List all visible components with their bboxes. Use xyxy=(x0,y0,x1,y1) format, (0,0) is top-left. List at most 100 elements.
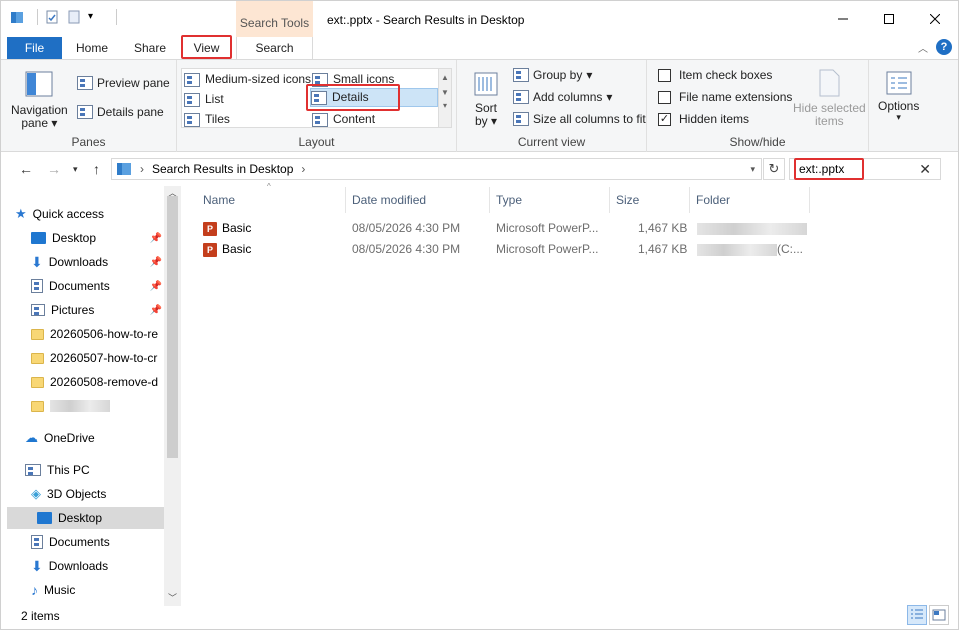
nav-label: 3D Objects xyxy=(47,487,107,501)
layout-content[interactable]: Content xyxy=(312,110,375,129)
hide-selected-items-button[interactable]: Hide selected items xyxy=(793,68,866,128)
nav-item-pc-desktop[interactable]: Desktop xyxy=(7,507,164,529)
layout-list[interactable]: List xyxy=(184,90,224,109)
size-columns-button[interactable]: Size all columns to fit xyxy=(513,112,646,126)
item-check-boxes-toggle[interactable]: Item check boxes xyxy=(658,68,772,82)
nav-item-downloads[interactable]: ⬇ Downloads 📌 xyxy=(31,251,164,273)
customize-toolbar-icon[interactable]: ▾ xyxy=(88,9,104,25)
clear-search-icon[interactable]: ✕ xyxy=(919,159,931,179)
add-columns-button[interactable]: Add columns ▾ xyxy=(513,90,612,104)
nav-this-pc[interactable]: This PC xyxy=(25,459,164,481)
toolbar-divider xyxy=(37,9,38,25)
hide-selected-label-2: items xyxy=(815,114,844,128)
address-bar[interactable]: › Search Results in Desktop › ▾ xyxy=(111,158,762,180)
preview-pane-button[interactable]: Preview pane xyxy=(77,76,170,90)
tab-search[interactable]: Search xyxy=(236,37,313,59)
scroll-thumb[interactable] xyxy=(167,196,178,458)
details-pane-button[interactable]: Details pane xyxy=(77,105,164,119)
file-extensions-checkbox[interactable] xyxy=(658,90,671,104)
size-cell: 1,467 KB xyxy=(638,221,688,235)
file-name-extensions-toggle[interactable]: File name extensions xyxy=(658,90,792,104)
medium-icons-label: Medium-sized icons xyxy=(205,72,312,86)
options-label: Options xyxy=(878,99,920,113)
details-view-toggle[interactable] xyxy=(907,605,927,625)
nav-item-desktop[interactable]: Desktop 📌 xyxy=(31,227,164,249)
tab-share[interactable]: Share xyxy=(127,37,173,59)
back-arrow-icon[interactable]: ← xyxy=(19,161,33,177)
column-header-type[interactable]: Type xyxy=(490,187,610,213)
nav-item-folder-blurred[interactable] xyxy=(31,395,164,417)
up-arrow-icon[interactable]: ↑ xyxy=(93,161,100,177)
item-check-boxes-label: Item check boxes xyxy=(679,68,773,82)
nav-item-folder[interactable]: 20260508-remove-d xyxy=(31,371,164,393)
column-header-date[interactable]: Date modified xyxy=(346,187,490,213)
table-row[interactable]: P Basic 08/05/2026 4:30 PM Microsoft Powe… xyxy=(197,218,807,239)
breadcrumb-chevron-icon[interactable]: › xyxy=(140,162,144,176)
tab-file[interactable]: File xyxy=(7,37,62,59)
nav-item-pc-downloads[interactable]: ⬇ Downloads xyxy=(31,555,164,577)
hidden-items-toggle[interactable]: ✓ Hidden items xyxy=(658,112,749,126)
details-highlight-box xyxy=(306,84,400,111)
nav-onedrive[interactable]: ☁ OneDrive xyxy=(25,427,164,449)
group-by-button[interactable]: Group by ▾ xyxy=(513,68,592,82)
download-arrow-icon: ⬇ xyxy=(31,557,43,574)
folder-icon xyxy=(31,328,44,340)
pin-icon[interactable]: 📌 xyxy=(150,281,162,292)
nav-quick-access[interactable]: ★ Quick access xyxy=(15,203,172,225)
breadcrumb-location[interactable]: Search Results in Desktop xyxy=(152,162,293,176)
explorer-icon[interactable] xyxy=(9,9,25,25)
column-header-folder[interactable]: Folder xyxy=(690,187,810,213)
help-icon[interactable]: ? xyxy=(936,39,952,55)
item-check-boxes-checkbox[interactable] xyxy=(658,68,671,82)
nav-item-pc-documents[interactable]: Documents xyxy=(31,531,164,553)
properties-icon[interactable] xyxy=(44,9,60,25)
gallery-up-icon[interactable]: ▲ xyxy=(439,73,451,82)
nav-scrollbar[interactable]: ︿ ﹀ xyxy=(164,186,181,606)
navigation-pane-button[interactable]: Navigation pane ▾ xyxy=(11,70,68,130)
nav-item-folder[interactable]: 20260507-how-to-cr xyxy=(31,347,164,369)
hidden-items-checkbox[interactable]: ✓ xyxy=(658,112,671,126)
add-columns-icon xyxy=(513,90,529,104)
scroll-down-icon[interactable]: ﹀ xyxy=(164,591,181,604)
nav-label: Quick access xyxy=(32,207,105,221)
nav-item-pictures[interactable]: Pictures 📌 xyxy=(31,299,164,321)
options-button[interactable]: Options ▾ xyxy=(878,70,919,123)
layout-medium-icons[interactable]: Medium-sized icons xyxy=(184,70,311,89)
recent-locations-icon[interactable]: ▾ xyxy=(73,164,78,175)
layout-tiles[interactable]: Tiles xyxy=(184,110,230,129)
column-header-size[interactable]: Size xyxy=(610,187,690,213)
table-row[interactable]: P Basic 08/05/2026 4:30 PM Microsoft Powe… xyxy=(197,239,807,260)
options-group: Options ▾ xyxy=(869,60,929,152)
type-cell: Microsoft PowerP... xyxy=(496,221,599,235)
nav-item-documents[interactable]: Documents 📌 xyxy=(31,275,164,297)
desktop-icon xyxy=(31,232,46,244)
close-button[interactable] xyxy=(912,1,958,37)
nav-item-music[interactable]: ♪ Music xyxy=(31,579,164,601)
layout-gallery-scroll[interactable]: ▲ ▼ ▾ xyxy=(438,68,452,128)
folder-icon xyxy=(31,376,44,388)
gallery-more-icon[interactable]: ▾ xyxy=(439,101,451,110)
breadcrumb-chevron-icon[interactable]: › xyxy=(301,162,305,176)
status-bar: 2 items xyxy=(1,606,958,629)
nav-item-3d-objects[interactable]: ◈ 3D Objects xyxy=(31,483,164,505)
pin-icon[interactable]: 📌 xyxy=(150,233,162,244)
large-icons-toggle[interactable] xyxy=(929,605,949,625)
column-header-name[interactable]: Name xyxy=(197,187,346,213)
maximize-button[interactable] xyxy=(866,1,912,37)
pin-icon[interactable]: 📌 xyxy=(150,257,162,268)
folder-cell xyxy=(697,221,807,235)
new-folder-icon[interactable] xyxy=(66,9,82,25)
group-by-icon xyxy=(513,68,529,82)
tab-home[interactable]: Home xyxy=(69,37,115,59)
sort-by-button[interactable]: Sort by ▾ xyxy=(472,70,500,128)
nav-item-folder[interactable]: 20260506-how-to-re xyxy=(31,323,164,345)
tiles-label: Tiles xyxy=(205,112,230,126)
address-dropdown-icon[interactable]: ▾ xyxy=(750,164,755,175)
nav-label: 20260506-how-to-re xyxy=(50,327,159,341)
forward-arrow-icon[interactable]: → xyxy=(47,161,61,177)
collapse-ribbon-icon[interactable]: ︿ xyxy=(918,40,928,55)
pin-icon[interactable]: 📌 xyxy=(150,305,162,316)
refresh-icon[interactable]: ↻ xyxy=(763,158,785,180)
minimize-button[interactable] xyxy=(820,1,866,37)
gallery-down-icon[interactable]: ▼ xyxy=(439,88,451,97)
